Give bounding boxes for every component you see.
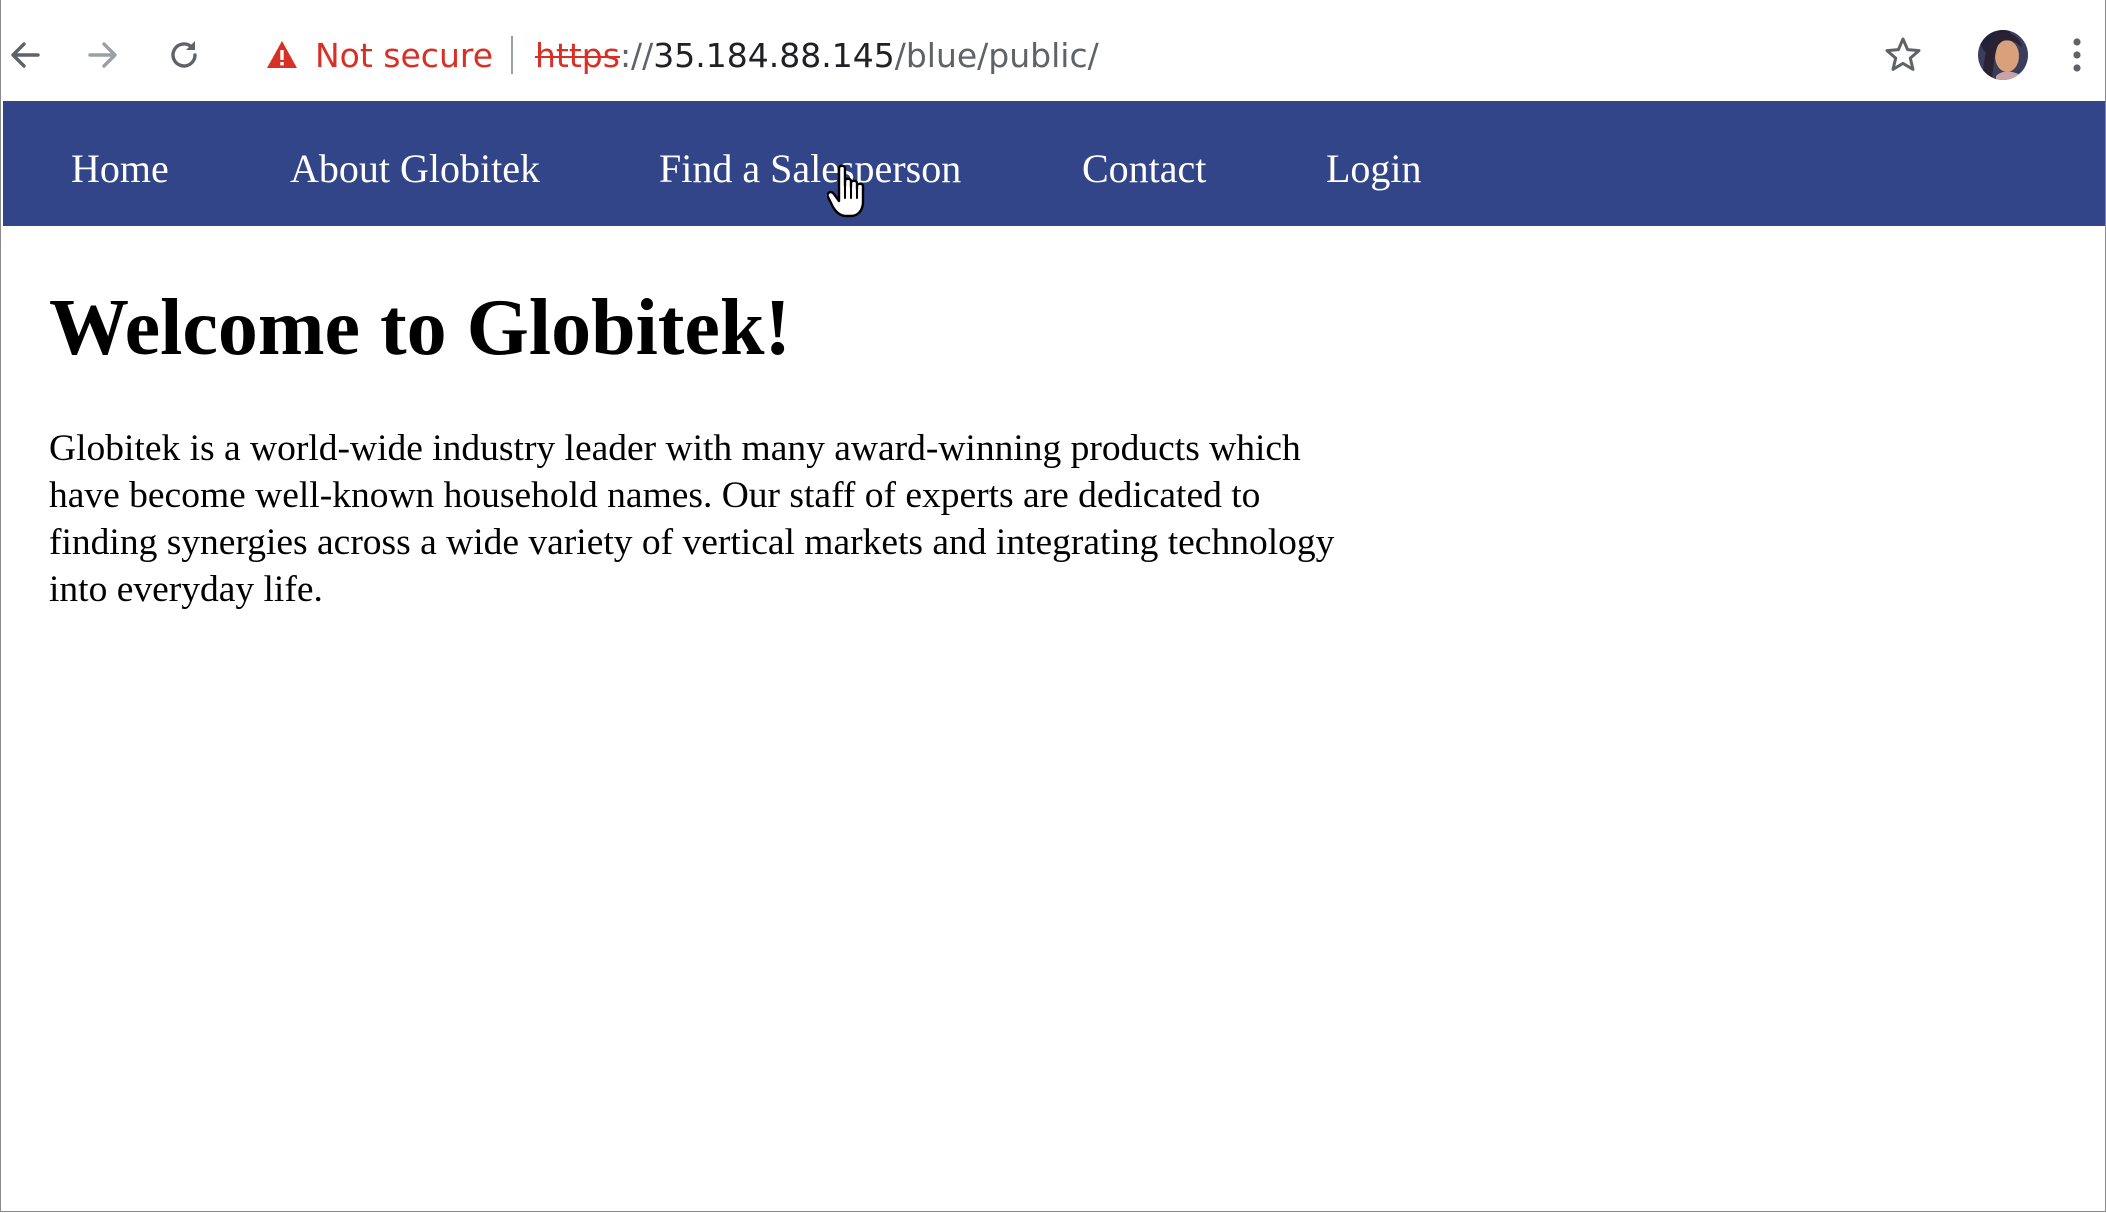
hand-pointer-cursor-icon bbox=[827, 164, 865, 218]
browser-window: Not secure https://35.184.88.145/blue/pu… bbox=[0, 0, 2106, 1212]
site-security-chip[interactable]: Not secure bbox=[265, 30, 493, 80]
reload-button[interactable] bbox=[157, 28, 211, 82]
back-button[interactable] bbox=[1, 28, 52, 82]
star-icon bbox=[1885, 37, 1921, 71]
back-arrow-icon bbox=[11, 42, 40, 68]
avatar[interactable] bbox=[1978, 30, 2028, 80]
security-label: Not secure bbox=[315, 35, 494, 75]
forward-arrow-icon bbox=[88, 42, 117, 68]
nav-login[interactable]: Login bbox=[1326, 101, 1422, 226]
reload-icon bbox=[171, 41, 197, 68]
site-nav-bar: Home About Globitek Find a Salesperson C… bbox=[3, 101, 2105, 226]
address-bar[interactable]: https://35.184.88.145/blue/public/ bbox=[535, 30, 1099, 80]
url-path: /blue/public/ bbox=[894, 35, 1099, 75]
nav-contact[interactable]: Contact bbox=[1082, 101, 1206, 226]
intro-paragraph: Globitek is a world-wide industry leader… bbox=[49, 428, 1335, 610]
browser-menu-button[interactable] bbox=[2057, 28, 2097, 82]
url-host: 35.184.88.145 bbox=[653, 35, 895, 75]
forward-button[interactable] bbox=[76, 28, 130, 82]
bookmark-button[interactable] bbox=[1876, 28, 1930, 82]
profile-photo-icon bbox=[1978, 30, 2028, 80]
nav-home[interactable]: Home bbox=[71, 101, 169, 226]
url-scheme: https bbox=[535, 35, 620, 75]
nav-find-salesperson[interactable]: Find a Salesperson bbox=[659, 101, 961, 226]
browser-toolbar: Not secure https://35.184.88.145/blue/pu… bbox=[1, 0, 2105, 101]
url-separator: :// bbox=[619, 35, 654, 75]
omnibox-divider bbox=[511, 36, 513, 74]
warning-triangle-icon bbox=[267, 41, 297, 68]
kebab-menu-icon bbox=[2073, 38, 2081, 72]
page-title: Welcome to Globitek! bbox=[49, 284, 792, 372]
nav-about[interactable]: About Globitek bbox=[290, 101, 540, 226]
